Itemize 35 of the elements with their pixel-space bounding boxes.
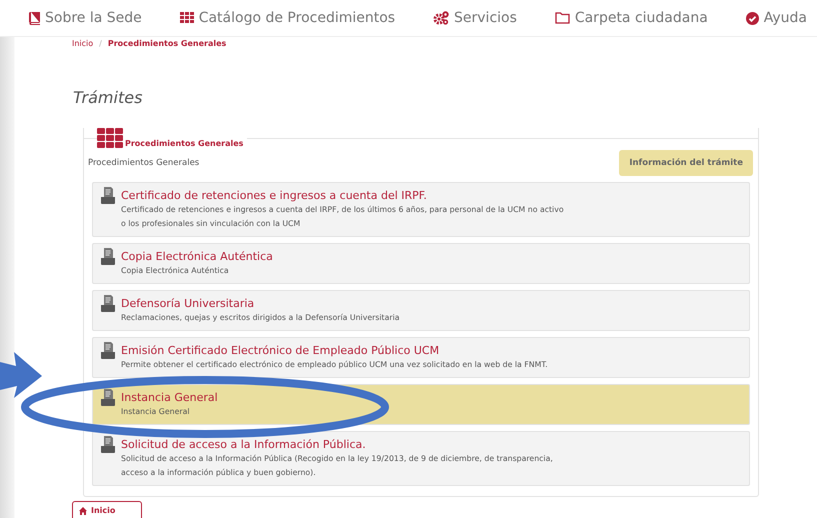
nav-link[interactable]: Catálogo de Procedimientos [180, 10, 396, 26]
book-icon [28, 12, 40, 24]
document-stack-icon [101, 248, 115, 265]
procedure-title[interactable]: Solicitud de acceso a la Información Pública. [121, 438, 553, 451]
arrow-annotation [0, 352, 42, 398]
document-stack-icon [101, 436, 115, 453]
nav-link[interactable]: Servicios [433, 10, 517, 26]
procedure-item[interactable] [92, 431, 750, 486]
document-stack-icon [101, 295, 115, 312]
grid-icon [180, 12, 194, 24]
document-stack-icon [101, 389, 115, 406]
check-circle-icon [746, 12, 759, 24]
procedure-title[interactable]: Defensoría Universitaria [121, 297, 400, 310]
home-icon [79, 506, 87, 514]
home-button[interactable]: Inicio [72, 501, 142, 518]
gears-icon [433, 11, 450, 25]
group-label: Procedimientos Generales [88, 158, 200, 168]
grid-icon [97, 128, 123, 148]
procedure-title[interactable]: Certificado de retenciones e ingresos a cuenta del IRPF. [121, 189, 564, 202]
procedure-title[interactable]: Emisión Certificado Electrónico de Empleado Público UCM [121, 344, 548, 357]
breadcrumb-separator: / [99, 39, 102, 48]
breadcrumb-link[interactable]: Procedimientos Generales [108, 39, 226, 48]
document-stack-icon [101, 342, 115, 359]
procedure-title[interactable]: Copia Electrónica Auténtica [121, 250, 273, 263]
info-button[interactable]: Información del trámite [619, 150, 753, 176]
breadcrumb-link[interactable]: Inicio [72, 39, 94, 48]
group-legend: Procedimientos Generales [125, 139, 244, 148]
nav-link[interactable]: Carpeta ciudadana [554, 10, 708, 26]
procedure-title[interactable]: Instancia General [121, 391, 218, 404]
page-heading: Trámites [73, 88, 144, 107]
nav-link[interactable]: Ayuda [746, 10, 807, 26]
folder-icon [554, 12, 570, 24]
nav-link[interactable]: Sobre la Sede [28, 10, 142, 26]
document-stack-icon [101, 187, 115, 204]
procedure-item[interactable] [92, 182, 750, 237]
